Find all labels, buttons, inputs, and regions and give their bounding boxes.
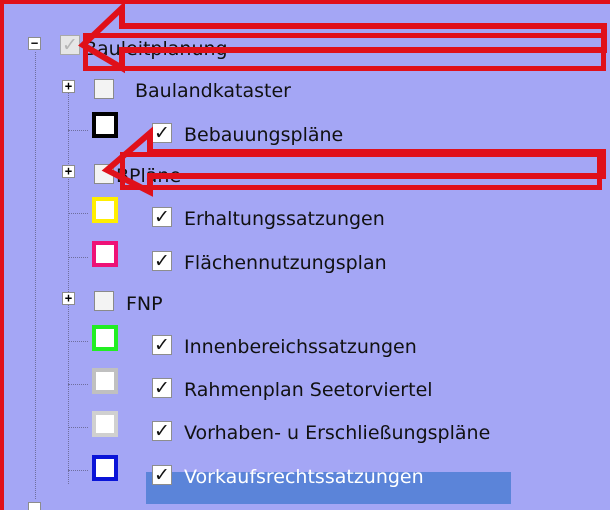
layer-checkbox[interactable]: ✓ <box>152 335 172 355</box>
layer-color-swatch <box>92 197 118 223</box>
layer-checkbox[interactable]: ✓ <box>152 251 172 271</box>
layer-checkbox[interactable]: ✓ <box>152 123 172 143</box>
tree-line <box>35 52 36 499</box>
layer-color-swatch <box>92 411 118 437</box>
expand-icon[interactable]: + <box>62 165 75 178</box>
tree-node-label[interactable]: Bebauungspläne <box>184 123 343 147</box>
tree-line <box>68 427 88 428</box>
tree-line <box>68 213 88 214</box>
tree-node-label[interactable]: Innenbereichssatzungen <box>184 335 417 359</box>
layer-checkbox[interactable]: ✓ <box>152 421 172 441</box>
expand-icon[interactable]: + <box>62 80 75 93</box>
layer-checkbox[interactable]: ✓ <box>152 465 172 485</box>
layer-checkbox[interactable] <box>94 79 114 99</box>
layer-color-swatch <box>92 241 118 267</box>
layer-color-swatch <box>92 325 118 351</box>
tree-line <box>68 257 88 258</box>
layer-checkbox[interactable]: ✓ <box>152 378 172 398</box>
highlight-box <box>120 152 602 190</box>
tree-node-label[interactable]: FNP <box>126 292 163 316</box>
root-checkbox[interactable]: ✓ <box>60 35 80 55</box>
tree-node-label[interactable]: Erhaltungssatzungen <box>184 207 385 231</box>
tree-line <box>68 130 88 131</box>
tree-line <box>68 92 69 484</box>
layer-checkbox[interactable] <box>94 291 114 311</box>
tree-line <box>68 384 88 385</box>
layer-tree-panel: − ✓ Bauleitplanung + Baulandkataster ✓ B… <box>4 4 610 510</box>
tree-line <box>68 341 88 342</box>
collapse-icon[interactable]: − <box>28 37 41 50</box>
layer-color-swatch <box>92 455 118 481</box>
layer-checkbox[interactable] <box>94 164 114 184</box>
expand-icon[interactable] <box>28 502 41 510</box>
tree-node-label[interactable]: Baulandkataster <box>135 79 291 103</box>
highlight-box <box>83 33 606 71</box>
tree-node-label[interactable]: Rahmenplan Seetorviertel <box>184 378 433 402</box>
tree-node-label[interactable]: Vorkaufsrechtssatzungen <box>184 465 424 489</box>
layer-color-swatch <box>92 368 118 394</box>
tree-node-label[interactable]: Flächennutzungsplan <box>184 251 387 275</box>
layer-checkbox[interactable]: ✓ <box>152 207 172 227</box>
tree-node-label[interactable]: Vorhaben- u Erschließungspläne <box>184 421 490 445</box>
expand-icon[interactable]: + <box>62 292 75 305</box>
tree-line <box>68 470 88 471</box>
layer-color-swatch <box>92 112 118 138</box>
